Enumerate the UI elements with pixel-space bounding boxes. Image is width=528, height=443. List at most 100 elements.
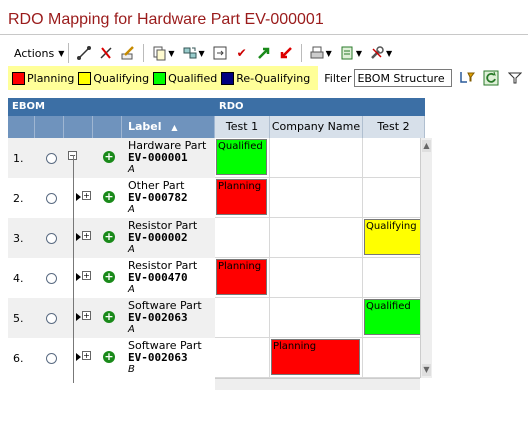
row-number: 1. [13, 152, 24, 165]
horizontal-scrollbar[interactable] [215, 378, 420, 390]
rdo-cell[interactable]: Planning [270, 338, 363, 378]
part-name-link[interactable]: EV-000470 [128, 272, 197, 284]
actions-menu-button[interactable]: Actions ▼ [8, 43, 70, 63]
row-select-radio[interactable] [46, 313, 57, 324]
rdo-cell[interactable] [270, 218, 363, 258]
add-icon[interactable]: + [103, 351, 115, 363]
chevron-down-icon[interactable]: ▼ [326, 49, 332, 58]
add-icon[interactable]: + [103, 191, 115, 203]
legend-label: Planning [27, 71, 75, 85]
add-icon[interactable]: + [103, 231, 115, 243]
part-name-link[interactable]: EV-000002 [128, 232, 197, 244]
legend-swatch [153, 71, 167, 85]
part-label: Other Part EV-000782 A [128, 180, 188, 216]
vertical-scrollbar[interactable]: ▲ ▼ [420, 138, 432, 378]
part-name-link[interactable]: EV-002063 [128, 352, 202, 364]
rdo-cell[interactable] [270, 298, 363, 338]
table-row: 6. + + Software Part EV-002063 B Planning [8, 338, 425, 378]
chevron-down-icon[interactable]: ▼ [168, 49, 174, 58]
add-icon[interactable]: + [103, 311, 115, 323]
rdo-cell[interactable]: Qualifying [363, 218, 425, 258]
expand-icon[interactable]: + [82, 271, 91, 280]
rdo-cell[interactable] [215, 338, 270, 378]
row-ebom-cells: 4. + + Resistor Part EV-000470 A [8, 258, 215, 298]
demote-icon[interactable] [277, 44, 295, 62]
rdo-cell[interactable] [270, 258, 363, 298]
compare-icon[interactable] [211, 44, 229, 62]
filter-input[interactable] [354, 69, 453, 87]
rdo-cell[interactable]: Planning [215, 178, 270, 218]
part-label: Resistor Part EV-000470 A [128, 260, 197, 296]
label-column-header[interactable]: Label ▲ [122, 116, 215, 138]
legend-item-planning: Planning [12, 71, 75, 85]
expand-icon[interactable]: + [82, 191, 91, 200]
legend-label: Qualified [168, 71, 218, 85]
scroll-down-icon[interactable]: ▼ [422, 364, 431, 376]
scroll-up-icon[interactable]: ▲ [422, 140, 431, 152]
part-revision: A [128, 164, 135, 175]
tree-column-header [64, 116, 93, 138]
select-column-header [35, 116, 64, 138]
rdo-cell[interactable]: Qualified [363, 298, 425, 338]
promote-icon[interactable] [255, 44, 273, 62]
tree-arrow-icon [76, 353, 81, 361]
legend-item-re-qualifying: Re-Qualifying [221, 71, 310, 85]
title-divider [0, 34, 528, 35]
ebom-group-header: EBOM [8, 98, 215, 116]
toolbar: Actions ▼ ▼ ▼ ✔ ▼ ▼ ▼ [8, 42, 528, 64]
rdo-cell[interactable] [270, 178, 363, 218]
rdo-cell[interactable] [363, 338, 425, 378]
approve-icon[interactable]: ✔ [233, 44, 251, 62]
part-revision: A [128, 204, 135, 215]
export-icon[interactable] [338, 44, 356, 62]
rdo-cell[interactable] [363, 138, 425, 178]
row-select-radio[interactable] [46, 273, 57, 284]
sync-icon[interactable] [181, 44, 199, 62]
part-name-link[interactable]: EV-000782 [128, 192, 188, 204]
tools-icon[interactable] [368, 44, 386, 62]
refresh-icon[interactable] [482, 69, 500, 87]
chevron-down-icon[interactable]: ▼ [386, 49, 392, 58]
rdo-cell[interactable] [215, 298, 270, 338]
legend-item-qualified: Qualified [153, 71, 218, 85]
status-badge: Planning [216, 179, 267, 215]
rdo-cell[interactable]: Planning [215, 258, 270, 298]
rdo-cell[interactable]: Qualified [215, 138, 270, 178]
row-select-radio[interactable] [46, 353, 57, 364]
tree-connector-line [73, 155, 74, 383]
connect-icon[interactable] [75, 44, 93, 62]
copy-icon[interactable] [150, 44, 168, 62]
expand-icon[interactable]: + [82, 351, 91, 360]
filter-apply-icon[interactable] [458, 69, 476, 87]
expand-icon[interactable]: + [82, 311, 91, 320]
disconnect-icon[interactable] [97, 44, 115, 62]
rdo-cell[interactable] [270, 138, 363, 178]
part-name-link[interactable]: EV-000001 [128, 152, 206, 164]
row-select-radio[interactable] [46, 193, 57, 204]
status-badge: Planning [271, 339, 360, 375]
row-select-radio[interactable] [46, 233, 57, 244]
expand-icon[interactable]: + [82, 231, 91, 240]
rdo-column-header[interactable]: Test 1 [215, 116, 270, 138]
add-column-header [93, 116, 122, 138]
rdo-cell[interactable] [363, 258, 425, 298]
part-label: Hardware Part EV-000001 A [128, 140, 206, 176]
add-icon[interactable]: + [103, 151, 115, 163]
row-select-radio[interactable] [46, 153, 57, 164]
rdo-cell[interactable] [363, 178, 425, 218]
add-icon[interactable]: + [103, 271, 115, 283]
part-name-link[interactable]: EV-002063 [128, 312, 202, 324]
edit-icon[interactable] [119, 44, 137, 62]
rdo-column-header[interactable]: Test 2 [363, 116, 425, 138]
rdo-column-header[interactable]: Company Name [270, 116, 363, 138]
tree-arrow-icon [76, 233, 81, 241]
chevron-down-icon[interactable]: ▼ [356, 49, 362, 58]
chevron-down-icon[interactable]: ▼ [199, 49, 205, 58]
print-icon[interactable] [308, 44, 326, 62]
rdo-cell[interactable] [215, 218, 270, 258]
status-badge: Qualifying [364, 219, 422, 255]
table-row: 2. + + Other Part EV-000782 A Planning [8, 178, 425, 218]
filter-group: Filter [324, 69, 524, 87]
funnel-icon[interactable] [506, 69, 524, 87]
rdo-group-header: RDO [215, 98, 425, 116]
